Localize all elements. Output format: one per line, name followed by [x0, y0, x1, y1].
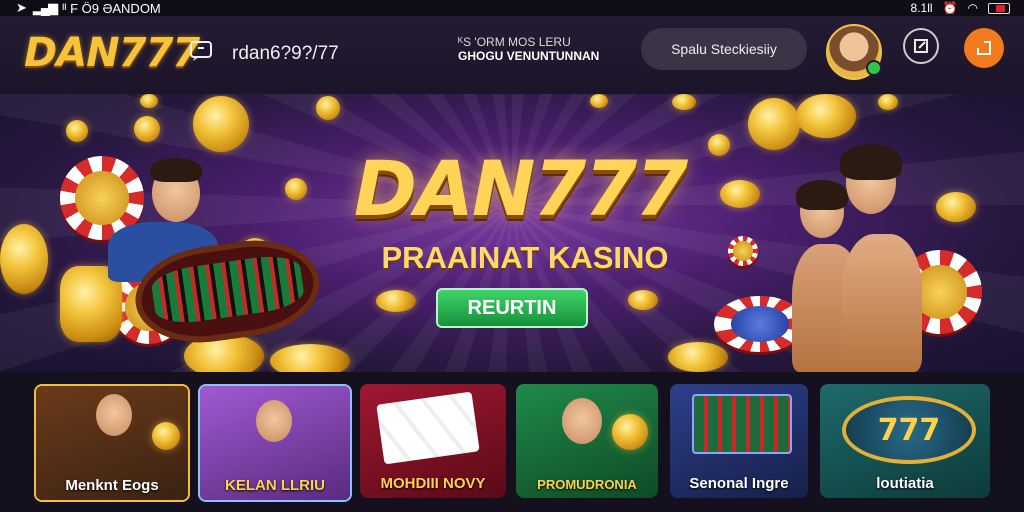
coin-icon [668, 342, 728, 372]
coin-icon [152, 422, 180, 450]
dealer-hair [150, 158, 202, 182]
coin-icon [708, 134, 730, 156]
battery-icon [988, 2, 1010, 14]
hero-banner[interactable]: DAN777 PRAAINAT KASINO REURTIN [0, 94, 1024, 372]
coin-icon [878, 94, 898, 110]
coin-icon [590, 94, 608, 108]
game-tile-label: Menknt Eogs [65, 477, 159, 494]
casino-chip-icon [728, 236, 758, 266]
username: rdan6?9?/77 [232, 43, 339, 64]
coin-icon [270, 344, 350, 372]
online-status-dot [866, 60, 882, 76]
status-carrier: ᴵᴵ F Ö9 ƏANDOM [62, 0, 161, 16]
coin-icon [748, 98, 800, 150]
promo-line-2: GHOGU VENUNTUNNAN [458, 49, 600, 63]
share-glyph-icon [977, 41, 991, 55]
game-tile-label: Senonal Ingre [689, 475, 789, 492]
hostess-figure [842, 234, 922, 372]
game-tile-label: MOHDIII NOVY [380, 475, 486, 492]
game-tile-figure [256, 400, 292, 442]
coin-icon [140, 94, 158, 108]
promo-line-1: ᴷS 'ORM MOS LERU [458, 35, 571, 49]
brand-logo[interactable]: DAN777 [24, 30, 200, 76]
slot-777-icon: 777 [842, 396, 976, 464]
coin-icon [612, 414, 648, 450]
game-tile[interactable]: PROMUDRONIA [516, 384, 658, 498]
game-tile[interactable]: 777 loutiatia [820, 384, 990, 498]
banner-subtitle: PRAAINAT KASINO [381, 240, 669, 275]
roulette-felt [149, 251, 306, 328]
game-tile-figure [96, 394, 132, 436]
game-tile[interactable]: Menknt Eogs [34, 384, 190, 502]
coin-icon [672, 94, 696, 110]
coin-icon [628, 290, 658, 310]
game-tile-figure [562, 398, 602, 444]
coin-icon [376, 290, 416, 312]
game-tile-label: PROMUDRONIA [537, 477, 637, 492]
coin-icon [0, 224, 48, 294]
coin-icon [796, 94, 856, 138]
banner-title: DAN777 [353, 144, 688, 233]
status-right-text: 8.1ll [910, 1, 933, 15]
coin-icon [134, 116, 160, 142]
exit-icon[interactable] [903, 28, 939, 64]
coin-icon [285, 178, 307, 200]
location-arrow-icon: ➤ [16, 0, 27, 15]
coin-icon [720, 180, 760, 208]
coin-icon [936, 192, 976, 222]
coin-icon [66, 120, 88, 142]
hostess-hair [796, 180, 848, 210]
share-icon[interactable] [964, 28, 1004, 68]
signal-icon: ▂▄▆ [32, 0, 58, 15]
game-tile[interactable]: KELAN LLRIU [198, 384, 352, 502]
exit-glyph-icon [914, 39, 928, 53]
coin-icon [193, 96, 249, 152]
coin-icon [316, 96, 340, 120]
avatar[interactable] [826, 24, 882, 80]
alarm-icon: ⏰ [942, 1, 958, 15]
promo-text: ᴷS 'ORM MOS LERU GHOGU VENUNTUNNAN [458, 35, 599, 63]
game-tile[interactable]: Senonal Ingre [670, 384, 808, 498]
message-icon[interactable] [189, 40, 213, 62]
wifi-icon: ◠ [967, 1, 978, 15]
game-list: Menknt Eogs KELAN LLRIU MOHDIII NOVY PRO… [0, 372, 1024, 512]
game-tile-label: loutiatia [876, 475, 934, 492]
roulette-board-icon [692, 394, 792, 454]
status-bar: ➤ ▂▄▆ ᴵᴵ F Ö9 ƏANDOM 8.1ll ⏰ ◠ [0, 0, 1024, 16]
banner-cta-button[interactable]: REURTIN [436, 288, 588, 328]
game-tile[interactable]: MOHDIII NOVY [360, 384, 506, 498]
hostess-hair [840, 144, 902, 180]
top-header: DAN777 rdan6?9?/77 ᴷS 'ORM MOS LERU GHOG… [0, 16, 1024, 94]
game-tile-label: KELAN LLRIU [225, 477, 325, 494]
search-button[interactable]: Spalu Steckiesiiy [641, 28, 807, 70]
